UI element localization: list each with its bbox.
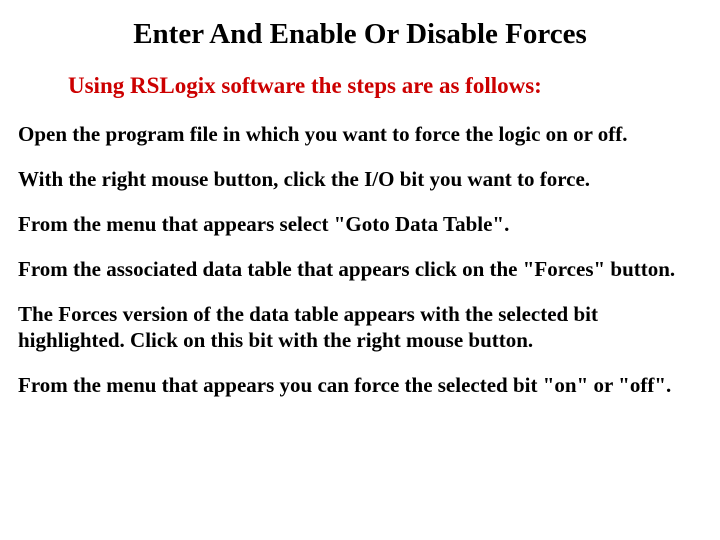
step-item: Open the program file in which you want … (18, 121, 702, 148)
step-item: With the right mouse button, click the I… (18, 166, 702, 193)
step-item: From the associated data table that appe… (18, 256, 702, 283)
slide-content: Enter And Enable Or Disable Forces Using… (0, 0, 720, 437)
page-title: Enter And Enable Or Disable Forces (18, 18, 702, 51)
subtitle: Using RSLogix software the steps are as … (18, 73, 702, 99)
step-item: From the menu that appears select "Goto … (18, 211, 702, 238)
step-item: The Forces version of the data table app… (18, 301, 702, 355)
step-item: From the menu that appears you can force… (18, 372, 702, 399)
